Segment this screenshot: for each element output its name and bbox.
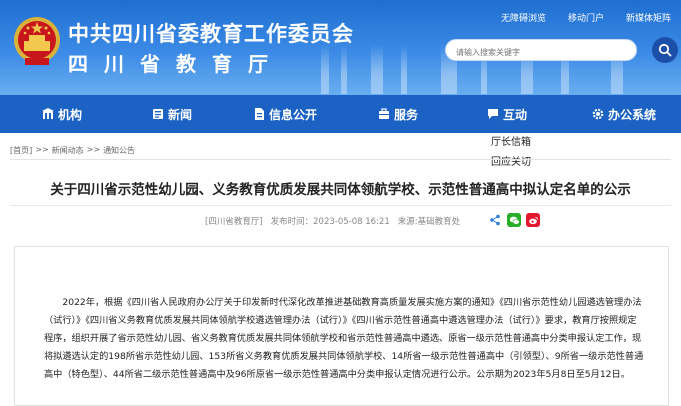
newspaper-icon [153, 109, 163, 119]
document-icon [255, 108, 264, 120]
service-icon [379, 108, 389, 119]
nav-item-news[interactable]: 新闻 [152, 95, 192, 133]
article-meta: [四川省教育厅] 发布时间：2023-05-08 16:21 来源:基础教育处 [205, 215, 460, 227]
interaction-dropdown-menu: 厅长信箱 回应关切 [458, 133, 556, 173]
article-title: 关于四川省示范性幼儿园、义务教育优质发展共同体领航学校、示范性普通高中拟认定名单… [50, 182, 631, 198]
nav-label: 机构 [58, 107, 83, 122]
share-icon [490, 214, 500, 226]
nav-item-interaction[interactable]: 互动 [487, 95, 527, 133]
nav-item-info-disclosure[interactable]: 信息公开 [253, 95, 317, 133]
weibo-share-button[interactable] [526, 213, 540, 227]
nav-item-office-system[interactable]: 办公系统 [592, 95, 656, 133]
nav-label: 信息公开 [269, 107, 318, 122]
search-icon [658, 43, 672, 57]
new-media-link[interactable]: 新媒体矩阵 [626, 11, 671, 24]
article-origin: 来源:基础教育处 [397, 217, 461, 227]
article-source: [四川省教育厅] [205, 217, 263, 227]
search-button[interactable] [652, 37, 678, 63]
breadcrumb-home[interactable]: [首页] [10, 145, 32, 156]
site-subtitle: 四川省教育厅 [68, 52, 284, 76]
breadcrumb-notices[interactable]: 通知公告 [103, 145, 135, 156]
share-buttons [488, 213, 540, 227]
site-title: 中共四川省委教育工作委员会 [68, 22, 354, 46]
building-icon [42, 108, 54, 119]
wechat-share-button[interactable] [507, 213, 521, 227]
mobile-portal-link[interactable]: 移动门户 [568, 11, 604, 24]
breadcrumb-separator: >> [86, 145, 101, 154]
nav-label: 办公系统 [608, 107, 657, 122]
breadcrumb-news[interactable]: 新闻动态 [52, 145, 84, 156]
accessibility-link[interactable]: 无障碍浏览 [501, 11, 546, 24]
search-input[interactable] [454, 42, 628, 63]
national-emblem-icon [14, 17, 60, 65]
breadcrumb: [首页] >> 新闻动态 >> 通知公告 [10, 145, 135, 156]
wechat-icon [509, 216, 520, 225]
divider [10, 159, 671, 160]
nav-label: 服务 [394, 107, 419, 122]
breadcrumb-separator: >> [35, 145, 49, 154]
chat-icon [488, 109, 498, 119]
search-box [445, 39, 637, 63]
nav-item-institutions[interactable]: 机构 [42, 95, 82, 133]
share-button[interactable] [488, 213, 502, 227]
menu-item-responses[interactable]: 回应关切 [458, 153, 556, 173]
site-header: 中共四川省委教育工作委员会 四川省教育厅 无障碍浏览 移动门户 新媒体矩阵 [0, 0, 681, 95]
menu-item-director-mailbox[interactable]: 厅长信箱 [458, 133, 556, 153]
article-body: 2022年，根据《四川省人民政府办公厅关于印发新时代深化改革推进基础教育高质量发… [44, 297, 644, 380]
main-nav: 机构 新闻 信息公开 服务 互动 办公系统 [0, 95, 681, 133]
article-publish-time: 发布时间：2023-05-08 16:21 [270, 217, 390, 227]
gear-icon [592, 108, 604, 120]
divider [10, 205, 671, 206]
nav-label: 互动 [503, 107, 528, 122]
top-links: 无障碍浏览 移动门户 新媒体矩阵 [501, 11, 671, 24]
weibo-icon [528, 216, 538, 224]
nav-item-services[interactable]: 服务 [378, 95, 418, 133]
nav-label: 新闻 [168, 107, 193, 122]
